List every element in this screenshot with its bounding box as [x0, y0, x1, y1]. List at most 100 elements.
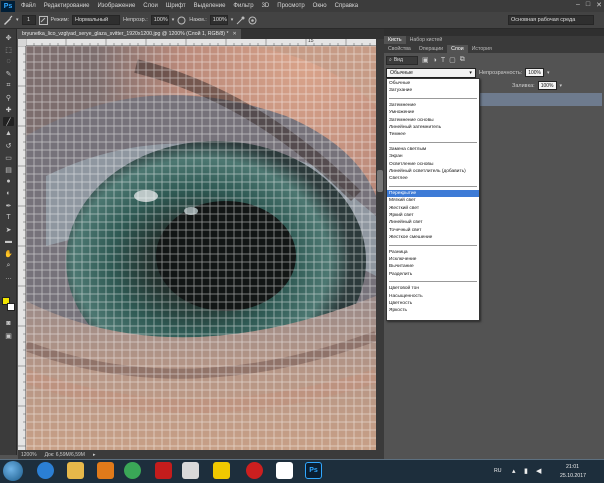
- chevron-down-icon[interactable]: ▾: [231, 17, 234, 23]
- blend-mode-option[interactable]: Темнее: [387, 131, 479, 138]
- blend-mode-option[interactable]: Обычные: [387, 80, 479, 87]
- tab-history[interactable]: История: [468, 45, 496, 53]
- menu-help[interactable]: Справка: [331, 3, 363, 9]
- blend-mode-option[interactable]: Затемнение: [387, 102, 479, 109]
- fill-input[interactable]: 100%: [537, 81, 557, 90]
- lasso-tool-icon[interactable]: ◌: [3, 57, 14, 66]
- vertical-scrollbar[interactable]: [376, 39, 384, 450]
- airbrush-icon[interactable]: [236, 16, 245, 25]
- flow-input[interactable]: 100%: [209, 15, 228, 25]
- gradient-tool-icon[interactable]: ▤: [3, 165, 14, 174]
- blend-mode-select[interactable]: Обычные ▾: [386, 67, 476, 78]
- paint-taskbar-icon[interactable]: [182, 462, 199, 479]
- language-indicator[interactable]: RU: [494, 468, 502, 474]
- blend-mode-option[interactable]: Яркость: [387, 307, 479, 314]
- blend-mode-option[interactable]: Осветление основы: [387, 161, 479, 168]
- document-tab[interactable]: bryunetka_lico_vzglyad_serye_glaza_svitt…: [18, 29, 241, 39]
- blend-mode-option[interactable]: Линейный осветлитель (добавить): [387, 168, 479, 175]
- layer-kind-select[interactable]: ⌕ Вид: [386, 55, 418, 65]
- menu-image[interactable]: Изображение: [93, 3, 139, 9]
- pressure-opacity-icon[interactable]: [177, 16, 186, 25]
- marquee-tool-icon[interactable]: ⬚: [3, 45, 14, 54]
- brush-panel-toggle-icon[interactable]: [38, 15, 48, 25]
- opacity-input[interactable]: 100%: [150, 15, 169, 25]
- blend-mode-option[interactable]: Разделить: [387, 271, 479, 278]
- chevron-down-icon[interactable]: ▾: [560, 83, 563, 89]
- move-tool-icon[interactable]: ✥: [3, 33, 14, 42]
- pressure-size-icon[interactable]: [248, 16, 257, 25]
- clock-date[interactable]: 25.10.2017: [560, 473, 586, 479]
- brush-tool-icon[interactable]: ╱: [3, 117, 14, 126]
- blend-mode-option[interactable]: Светлее: [387, 175, 479, 182]
- blend-mode-option[interactable]: Экран: [387, 153, 479, 160]
- clock-time[interactable]: 21:01: [566, 464, 579, 470]
- layer-opacity-input[interactable]: 100%: [525, 68, 545, 77]
- blend-mode-option[interactable]: Умножение: [387, 109, 479, 116]
- close-tab-icon[interactable]: ✕: [232, 31, 236, 37]
- brush-tool-icon[interactable]: [3, 15, 13, 25]
- clone-stamp-tool-icon[interactable]: ▲: [3, 129, 14, 138]
- healing-tool-icon[interactable]: ✚: [3, 105, 14, 114]
- layer-row-selected[interactable]: [480, 93, 602, 106]
- image-canvas[interactable]: [26, 46, 376, 450]
- chrome-taskbar-icon[interactable]: [124, 462, 141, 479]
- quick-select-tool-icon[interactable]: ✎: [3, 69, 14, 78]
- menu-select[interactable]: Выделение: [190, 3, 230, 9]
- blend-mode-option[interactable]: Мягкий свет: [387, 197, 479, 204]
- shape-layer-filter-icon[interactable]: ▢: [449, 56, 456, 64]
- type-tool-icon[interactable]: T: [3, 213, 14, 222]
- blend-mode-option[interactable]: Исключение: [387, 256, 479, 263]
- blend-mode-option[interactable]: Перекрытие: [387, 189, 479, 198]
- blend-mode-option[interactable]: Цветность: [387, 300, 479, 307]
- blend-mode-option[interactable]: Затухание: [387, 87, 479, 94]
- menu-file[interactable]: Файл: [17, 3, 40, 9]
- blend-mode-option[interactable]: Вычитание: [387, 263, 479, 270]
- hand-tool-icon[interactable]: ✋: [3, 249, 14, 258]
- blend-mode-option[interactable]: Замена светлым: [387, 146, 479, 153]
- yandex-y-taskbar-icon[interactable]: [276, 462, 293, 479]
- maximize-button[interactable]: □: [586, 1, 590, 9]
- dvd-taskbar-icon[interactable]: [155, 462, 172, 479]
- photoshop-taskbar-icon[interactable]: Ps: [305, 462, 322, 479]
- background-color-swatch[interactable]: [7, 303, 15, 311]
- chevron-down-icon[interactable]: ▾: [16, 17, 19, 23]
- tray-arrow-icon[interactable]: ▴: [512, 467, 516, 475]
- menu-filter[interactable]: Фильтр: [229, 3, 257, 9]
- chevron-down-icon[interactable]: ▾: [172, 17, 175, 23]
- type-layer-filter-icon[interactable]: T: [441, 57, 445, 64]
- wmp-taskbar-icon[interactable]: [97, 462, 114, 479]
- screen-mode-icon[interactable]: ▣: [3, 331, 14, 340]
- blend-mode-option[interactable]: Линейный затемнитель: [387, 124, 479, 131]
- close-button[interactable]: ✕: [596, 1, 602, 9]
- minimize-button[interactable]: –: [576, 1, 580, 9]
- menu-layers[interactable]: Слои: [139, 3, 162, 9]
- tab-layers[interactable]: Слои: [447, 44, 468, 53]
- dodge-tool-icon[interactable]: ◐: [3, 189, 14, 198]
- ie-taskbar-icon[interactable]: [37, 462, 54, 479]
- brush-size-picker[interactable]: 1: [21, 15, 36, 25]
- menu-type[interactable]: Шрифт: [162, 3, 190, 9]
- adjustment-layer-filter-icon[interactable]: ◑: [433, 57, 437, 64]
- network-icon[interactable]: ▮: [524, 467, 528, 475]
- explorer-taskbar-icon[interactable]: [67, 462, 84, 479]
- quick-mask-icon[interactable]: ◙: [3, 319, 14, 328]
- menu-3d[interactable]: 3D: [258, 3, 274, 9]
- scrollbar-thumb[interactable]: [377, 170, 383, 192]
- menu-window[interactable]: Окно: [309, 3, 331, 9]
- image-layer-filter-icon[interactable]: ▣: [422, 56, 429, 64]
- opera-taskbar-icon[interactable]: [246, 462, 263, 479]
- chevron-down-icon[interactable]: ▾: [547, 70, 550, 76]
- tab-actions[interactable]: Операции: [415, 45, 447, 53]
- crop-tool-icon[interactable]: ⌗: [3, 81, 14, 90]
- blend-mode-option[interactable]: Жесткий свет: [387, 205, 479, 212]
- zoom-level[interactable]: 1200%: [21, 452, 37, 458]
- eraser-tool-icon[interactable]: ▭: [3, 153, 14, 162]
- yandex-taskbar-icon[interactable]: [213, 462, 230, 479]
- mode-select[interactable]: Нормальный: [72, 15, 121, 25]
- smart-object-filter-icon[interactable]: ⧉: [460, 56, 465, 64]
- menu-edit[interactable]: Редактирование: [40, 3, 94, 9]
- blend-mode-option[interactable]: Жесткое смешение: [387, 234, 479, 241]
- blur-tool-icon[interactable]: ●: [3, 177, 14, 186]
- blend-mode-option[interactable]: Цветовой тон: [387, 285, 479, 292]
- blend-mode-option[interactable]: Затемнение основы: [387, 117, 479, 124]
